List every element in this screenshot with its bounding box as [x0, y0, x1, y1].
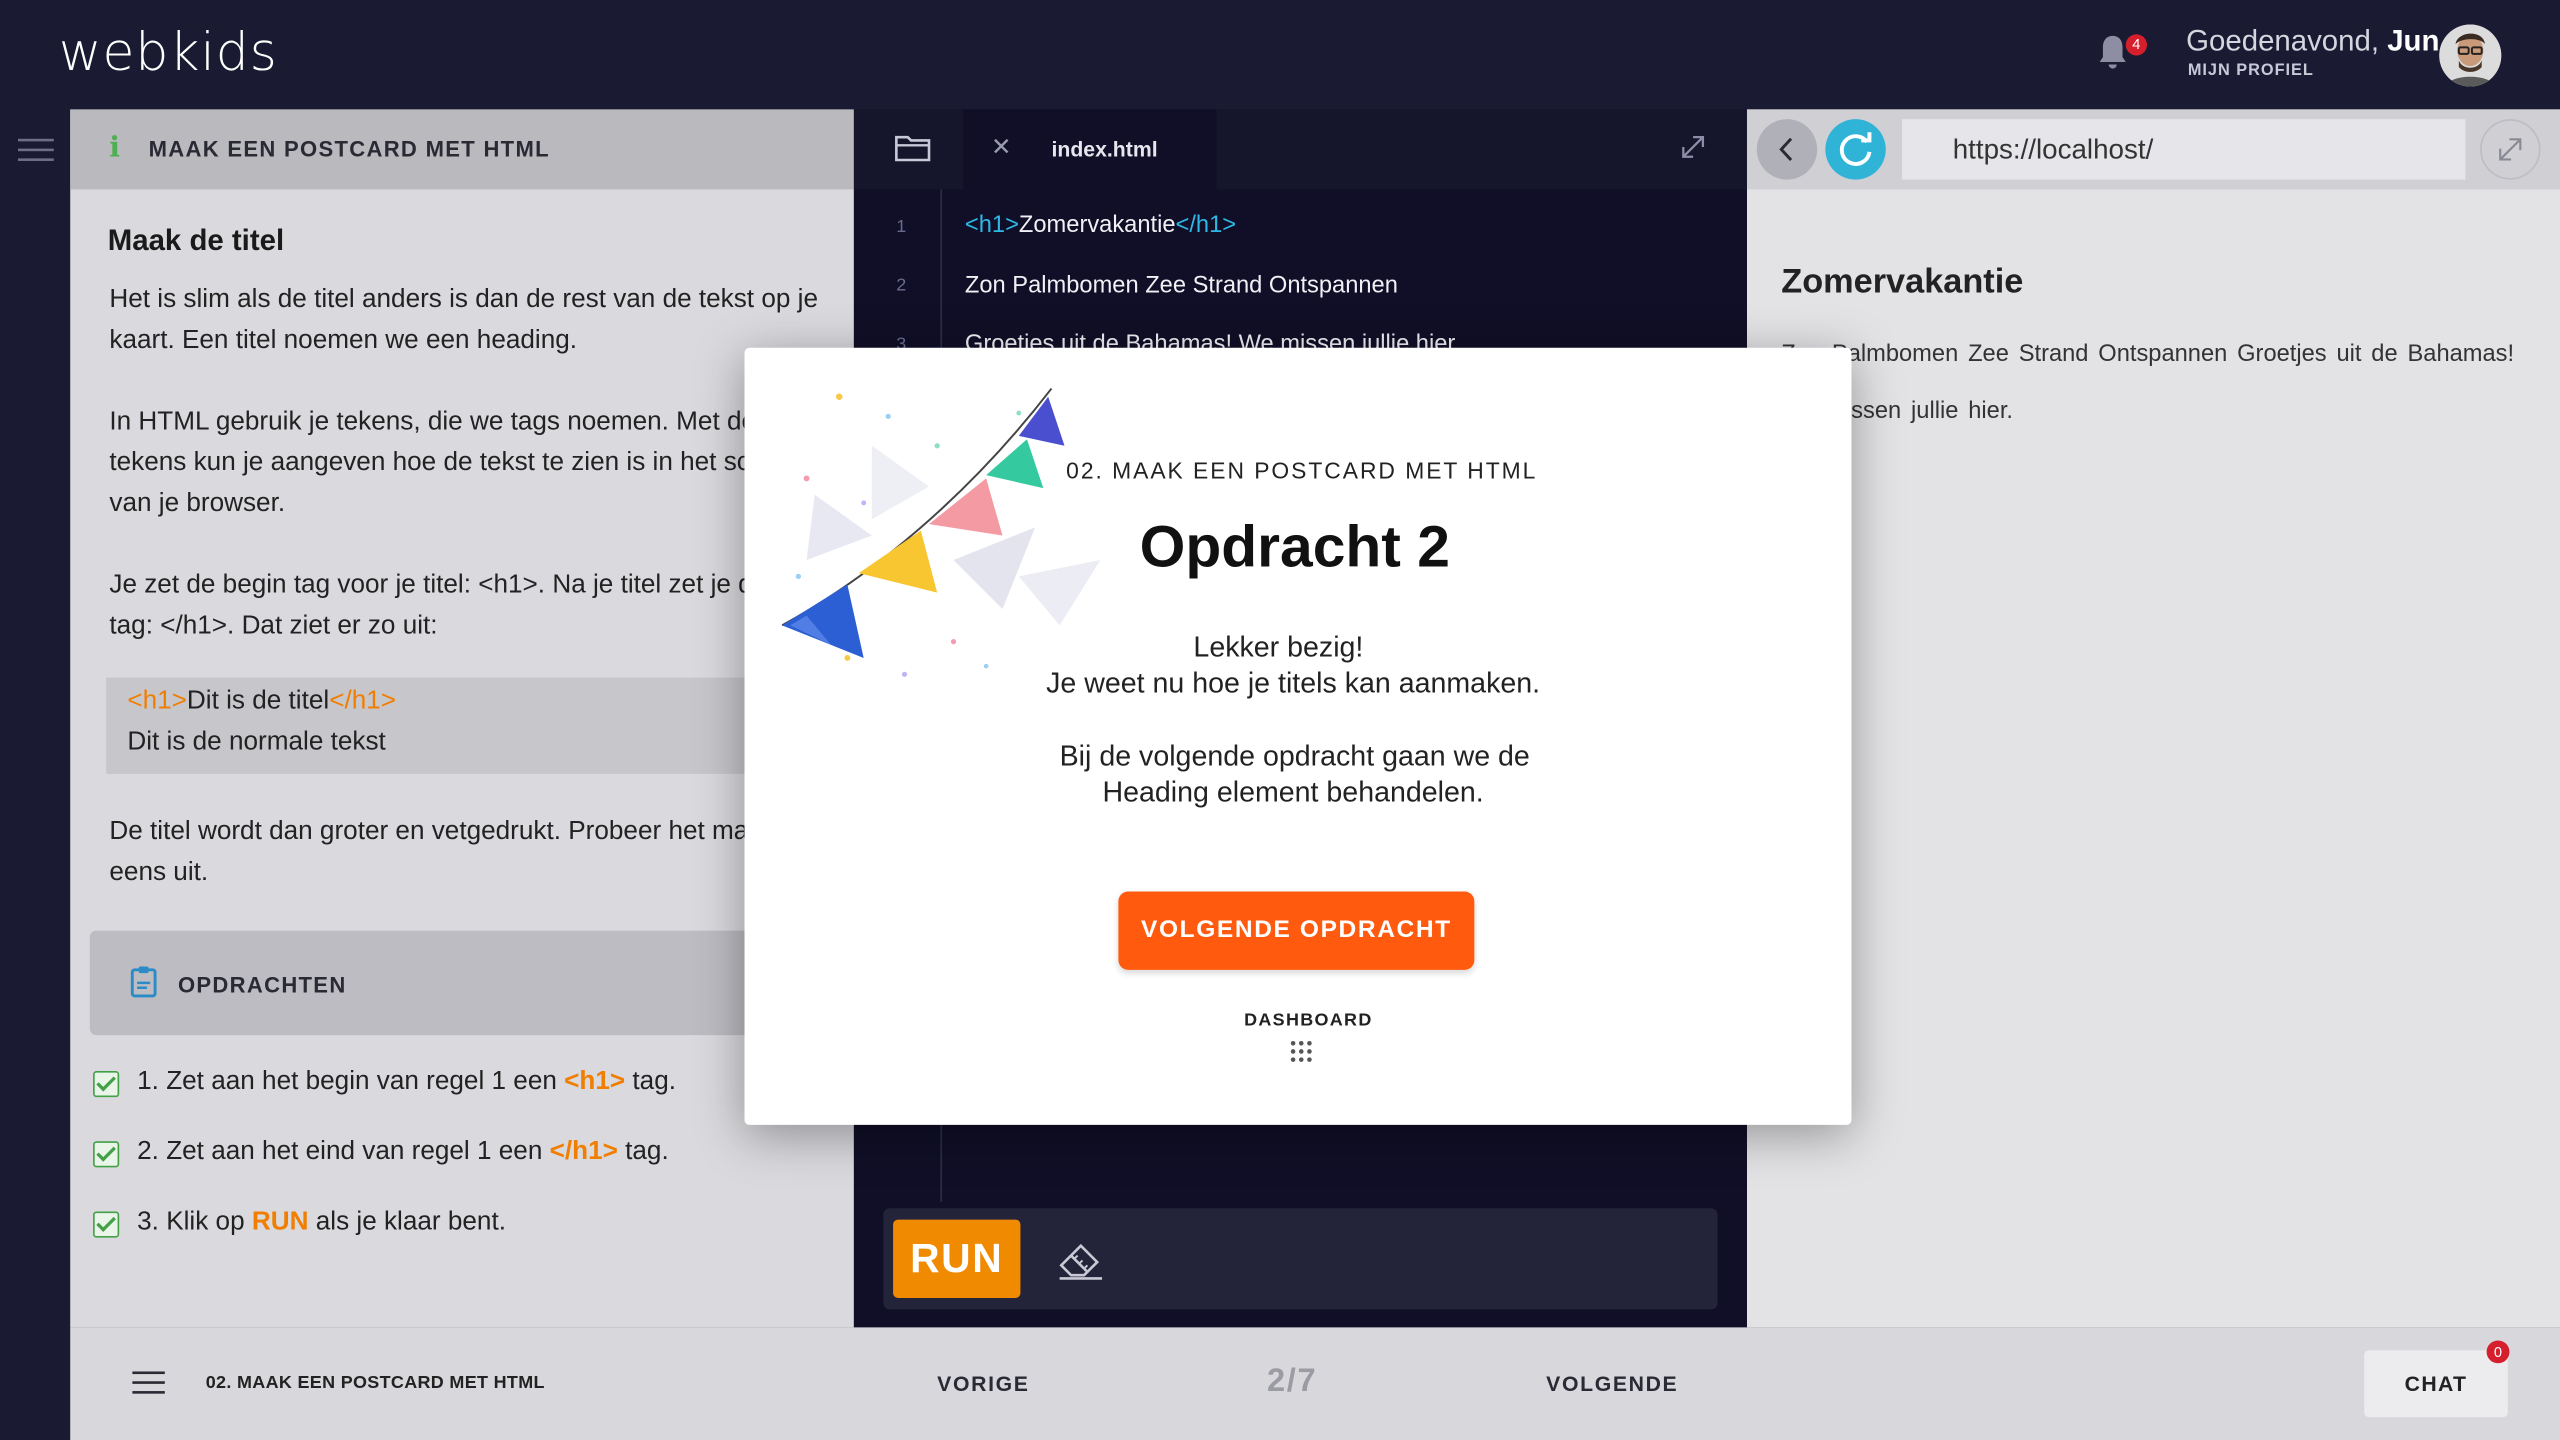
completion-modal: 02. MAAK EEN POSTCARD MET HTML Opdracht …	[744, 347, 1852, 1125]
modal-title: Opdracht 2	[1139, 512, 1450, 580]
modal-message: Bij de volgende opdracht gaan we de	[1059, 739, 1530, 773]
modal-message: Je weet nu hoe je titels kan aanmaken.	[1046, 666, 1541, 699]
grid-icon[interactable]	[1290, 1040, 1313, 1063]
modal-message: Lekker bezig!	[1193, 630, 1364, 663]
next-assignment-button[interactable]: VOLGENDE OPDRACHT	[1118, 891, 1475, 970]
modal-message: Heading element behandelen.	[1102, 775, 1484, 809]
dashboard-link[interactable]: DASHBOARD	[1244, 1011, 1372, 1031]
modal-course-label: 02. MAAK EEN POSTCARD MET HTML	[1066, 457, 1538, 484]
